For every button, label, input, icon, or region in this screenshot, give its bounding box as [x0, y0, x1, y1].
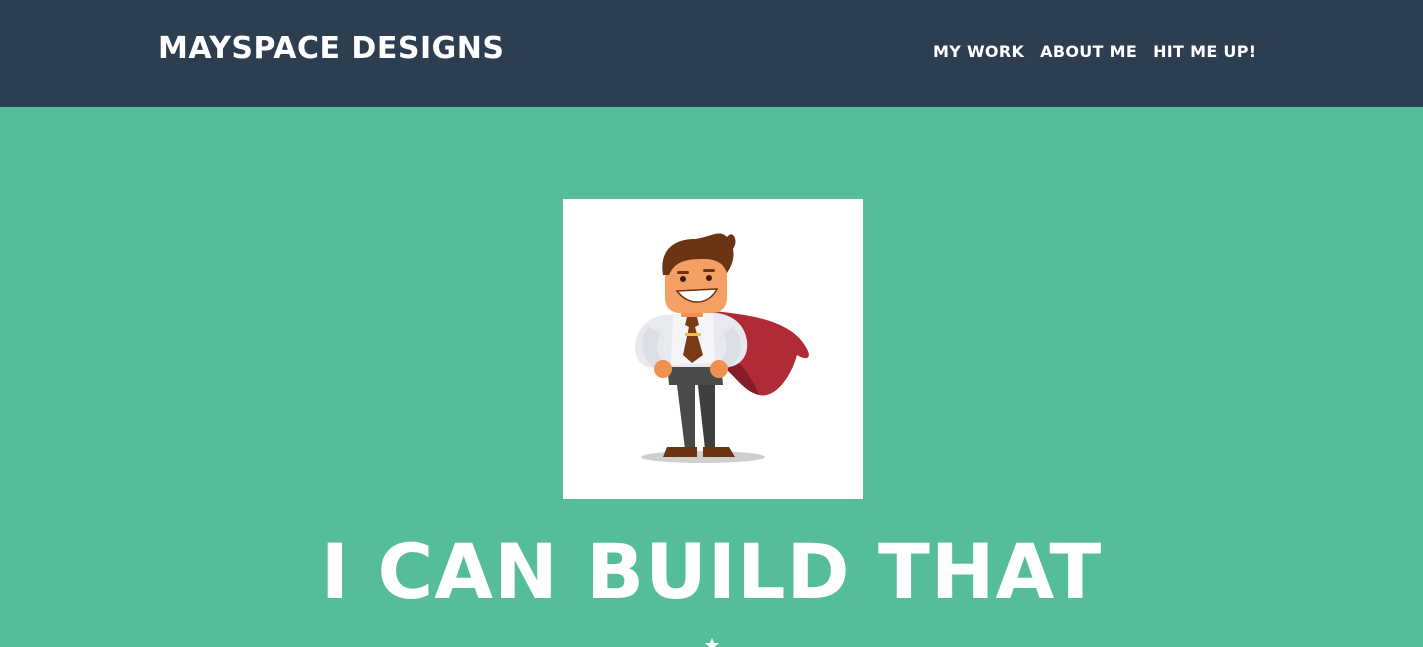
nav-link-my-work[interactable]: MY WORK: [933, 42, 1024, 61]
nav-menu: MY WORK ABOUT ME HIT ME UP!: [933, 42, 1256, 61]
superhero-businessman-icon: [635, 233, 809, 463]
hero-section: I CAN BUILD THAT: [0, 107, 1423, 647]
hero-title: I CAN BUILD THAT: [320, 527, 1103, 616]
navbar: MAYSPACE DESIGNS MY WORK ABOUT ME HIT ME…: [0, 0, 1423, 107]
avatar-image: [563, 199, 863, 499]
brand-logo-link[interactable]: MAYSPACE DESIGNS: [158, 31, 504, 66]
nav-link-hit-me-up[interactable]: HIT ME UP!: [1153, 42, 1256, 61]
star-icon: [705, 638, 719, 647]
nav-link-about-me[interactable]: ABOUT ME: [1040, 42, 1137, 61]
